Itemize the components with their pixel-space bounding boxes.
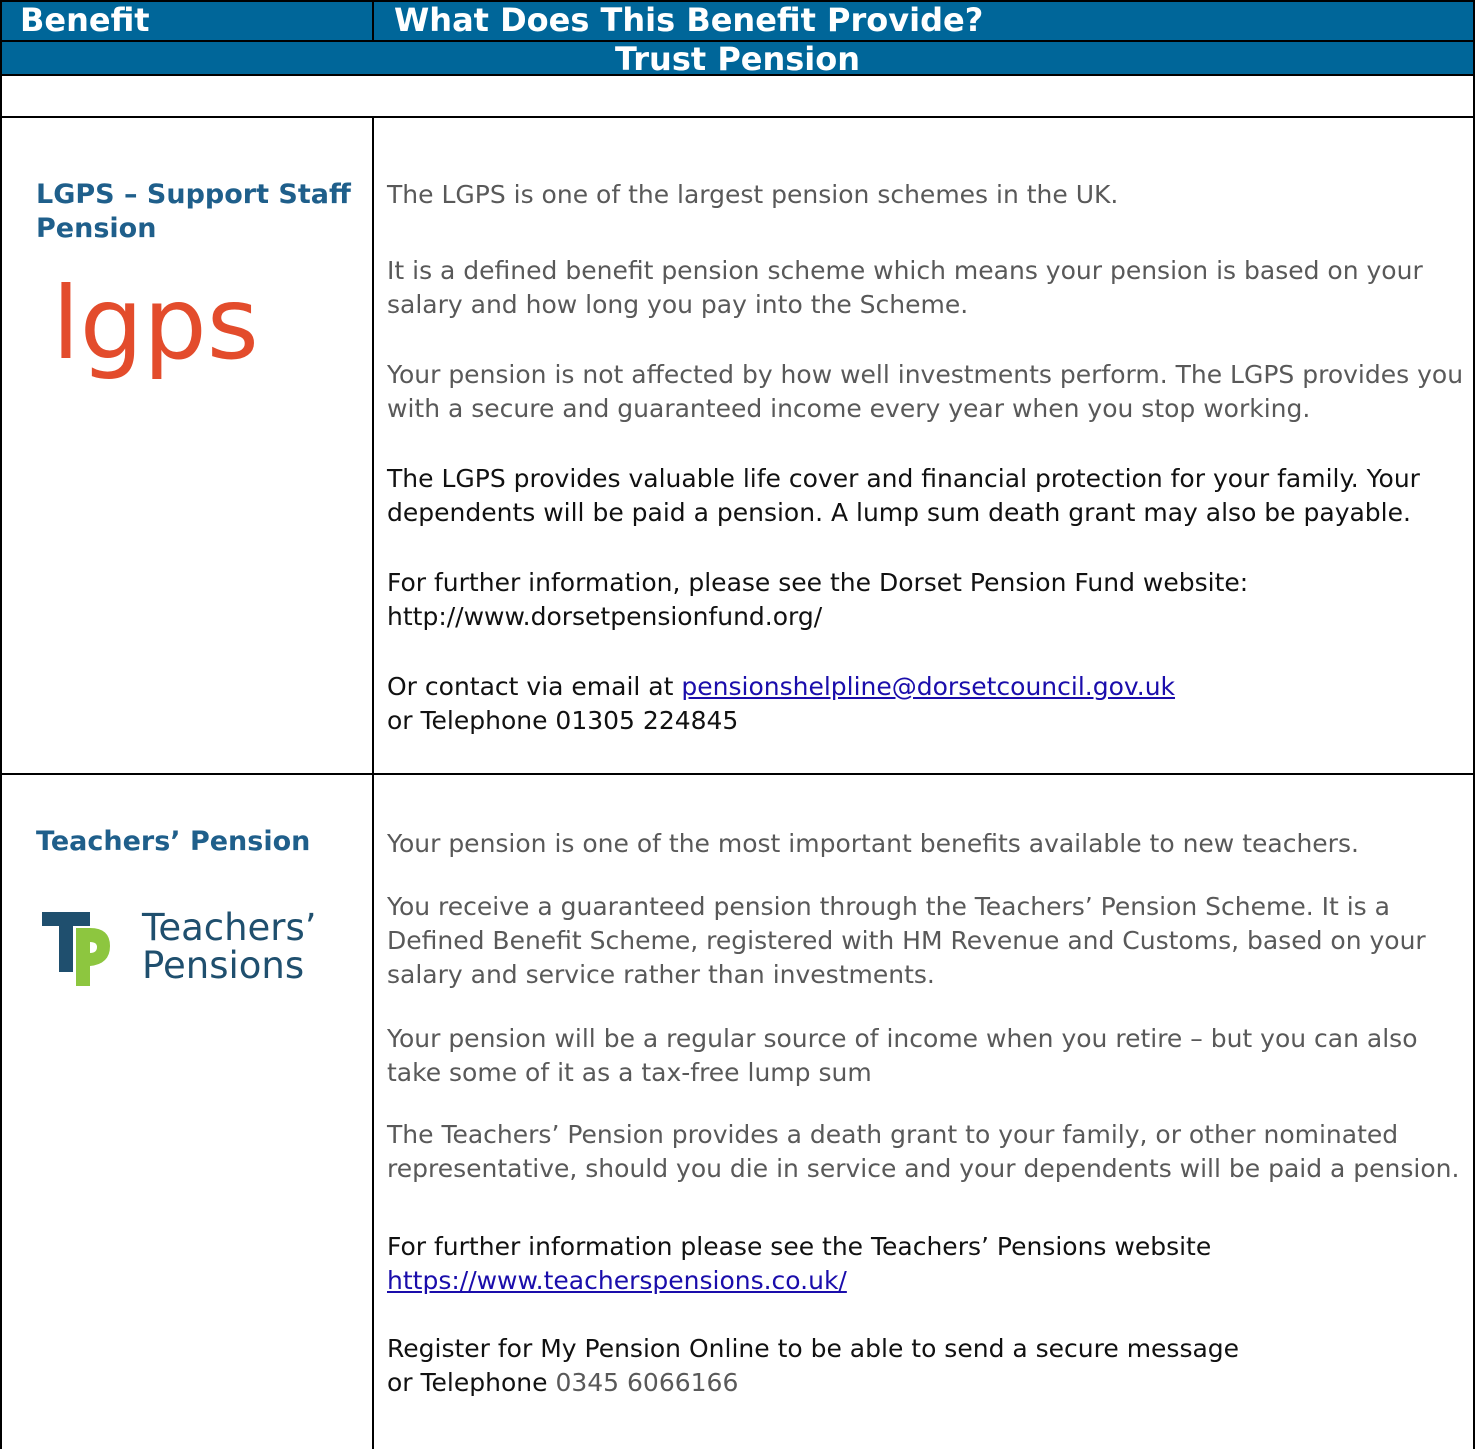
teachers-paragraph-1: Your pension is one of the most importan… xyxy=(387,829,1359,858)
table-row-lgps: LGPS – Support Staff Pension lgps The LG… xyxy=(0,118,1475,775)
teachers-register: Register for My Pension Online to be abl… xyxy=(387,1334,1240,1363)
lgps-logo: lgps xyxy=(52,278,259,382)
teachers-phone-prefix: or Telephone xyxy=(387,1368,556,1397)
tp-logo-line2: Pensions xyxy=(142,944,305,987)
empty-spacer-row xyxy=(0,76,1475,118)
benefits-table: Benefit What Does This Benefit Provide? … xyxy=(0,0,1475,1449)
teachers-further-info: For further information please see the T… xyxy=(387,1232,1212,1261)
teachers-telephone: or Telephone 0345 6066166 xyxy=(387,1366,1467,1400)
lgps-paragraph-1: The LGPS is one of the largest pension s… xyxy=(387,180,1119,209)
teachers-paragraph-2: You receive a guaranteed pension through… xyxy=(387,892,1426,989)
lgps-paragraph-4: The LGPS provides valuable life cover an… xyxy=(387,464,1420,527)
lgps-telephone: or Telephone 01305 224845 xyxy=(387,706,739,735)
table-header: Benefit What Does This Benefit Provide? … xyxy=(0,0,1475,78)
column-divider xyxy=(372,118,374,773)
column-divider xyxy=(372,775,374,1449)
header-column-divider xyxy=(372,2,374,40)
lgps-logo-text: lgps xyxy=(52,278,259,382)
benefit-title-lgps: LGPS – Support Staff Pension xyxy=(36,179,351,244)
lgps-paragraph-3: Your pension is not affected by how well… xyxy=(387,360,1464,423)
lgps-email-link[interactable]: pensionshelpline@dorsetcouncil.gov.uk xyxy=(681,672,1175,701)
teachers-paragraph-4: The Teachers’ Pension provides a death g… xyxy=(387,1120,1460,1183)
teachers-phone-number: 0345 6066166 xyxy=(555,1368,739,1397)
tp-monogram-icon xyxy=(42,912,110,986)
benefit-title-teachers: Teachers’ Pension xyxy=(36,826,311,857)
section-title: Trust Pension xyxy=(614,40,861,78)
lgps-further-info: For further information, please see the … xyxy=(387,568,1249,597)
header-what-provides: What Does This Benefit Provide? xyxy=(394,1,984,39)
tp-logo-line1: Teachers’ xyxy=(142,906,317,949)
teachers-pensions-logo: Teachers’ Pensions xyxy=(42,900,342,1000)
teachers-website-line: https://www.teacherspensions.co.uk/ xyxy=(387,1264,1467,1298)
lgps-website-url: http://www.dorsetpensionfund.org/ xyxy=(387,602,823,631)
teachers-paragraph-3: Your pension will be a regular source of… xyxy=(387,1024,1418,1087)
teachers-website-link[interactable]: https://www.teacherspensions.co.uk/ xyxy=(387,1266,847,1295)
table-row-teachers: Teachers’ Pension Teachers’ Pensions You… xyxy=(0,775,1475,1449)
lgps-paragraph-2: It is a defined benefit pension scheme w… xyxy=(387,256,1423,319)
header-benefit: Benefit xyxy=(20,1,150,39)
lgps-contact-prefix: Or contact via email at xyxy=(387,672,682,701)
lgps-contact-line: Or contact via email at pensionshelpline… xyxy=(387,670,1467,704)
